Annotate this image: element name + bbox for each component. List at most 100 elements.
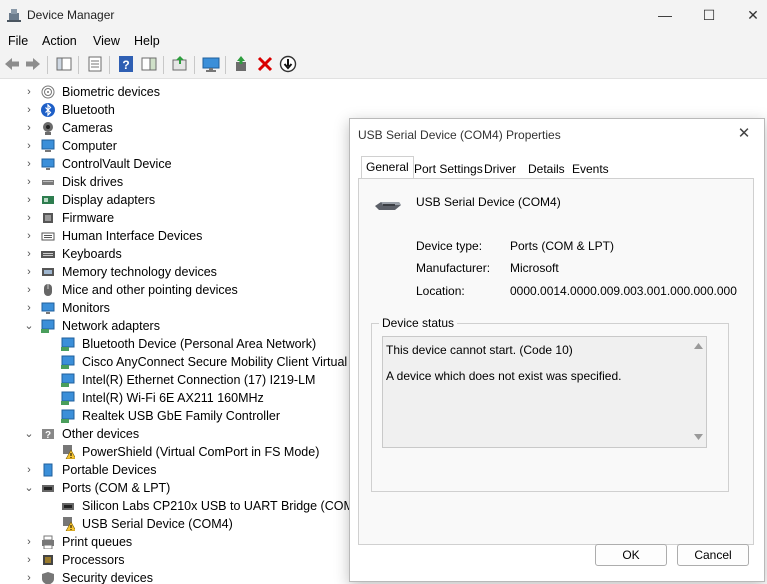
chevron-down-icon[interactable]: ⌄ (24, 479, 34, 497)
tree-category-security-devices[interactable]: › Security devices (0, 569, 349, 584)
tree-device-cisco-anyconnect-secure-mobility-client-virtual-miniport-adapter-for-windows-x64[interactable]: Cisco AnyConnect Secure Mobility Client … (0, 353, 349, 371)
dialog-close-button[interactable]: ✕ (734, 124, 754, 144)
status-line-1: This device cannot start. (Code 10) (386, 343, 573, 357)
chevron-right-icon[interactable]: › (24, 191, 34, 209)
maximize-button[interactable]: ☐ (686, 0, 732, 30)
chevron-right-icon[interactable]: › (24, 155, 34, 173)
tab-port-settings[interactable]: Port Settings (409, 158, 488, 180)
toolbar-separator (78, 56, 79, 74)
uninstall-device-icon[interactable] (256, 55, 274, 73)
tree-category-ports-com-lpt[interactable]: ⌄ Ports (COM & LPT) (0, 479, 349, 497)
tree-device-intel-r-wi-fi-6e-ax211-160mhz[interactable]: Intel(R) Wi-Fi 6E AX211 160MHz (0, 389, 349, 407)
network-adapter-icon (61, 409, 75, 423)
chevron-right-icon[interactable]: › (24, 227, 34, 245)
tree-category-computer[interactable]: › Computer (0, 137, 349, 155)
menu-help[interactable]: Help (134, 34, 160, 48)
close-button[interactable]: ✕ (730, 0, 767, 30)
tree-device-realtek-usb-gbe-family-controller[interactable]: Realtek USB GbE Family Controller (0, 407, 349, 425)
show-hide-console-tree-icon[interactable] (55, 55, 73, 73)
toolbar-separator (225, 56, 226, 74)
minimize-button[interactable]: — (642, 0, 688, 30)
warning-device-icon (61, 445, 77, 460)
chevron-right-icon[interactable]: › (24, 263, 34, 281)
tree-device-intel-r-ethernet-connection-17-i219-lm[interactable]: Intel(R) Ethernet Connection (17) I219-L… (0, 371, 349, 389)
chevron-right-icon[interactable]: › (24, 569, 34, 584)
chevron-right-icon[interactable]: › (24, 551, 34, 569)
tree-category-human-interface-devices[interactable]: › Human Interface Devices (0, 227, 349, 245)
disable-device-icon[interactable] (279, 55, 297, 73)
scroll-up-arrow-icon[interactable] (694, 343, 703, 349)
chevron-right-icon[interactable]: › (24, 101, 34, 119)
tree-category-bluetooth[interactable]: › Bluetooth (0, 101, 349, 119)
tree-category-controlvault-device[interactable]: › ControlVault Device (0, 155, 349, 173)
menu-file[interactable]: File (8, 34, 28, 48)
ok-button[interactable]: OK (595, 544, 667, 566)
device-tree: › Biometric devices › Bluetooth › Cameras › Com… (0, 83, 349, 584)
device-status-group: Device status This device cannot start. … (371, 316, 729, 492)
chevron-right-icon[interactable]: › (24, 245, 34, 263)
chevron-right-icon[interactable]: › (24, 209, 34, 227)
menu-view[interactable]: View (93, 34, 120, 48)
tree-device-bluetooth-device-personal-area-network[interactable]: Bluetooth Device (Personal Area Network) (0, 335, 349, 353)
tree-category-network-adapters[interactable]: ⌄ Network adapters (0, 317, 349, 335)
chevron-right-icon[interactable]: › (24, 281, 34, 299)
tree-category-display-adapters[interactable]: › Display adapters (0, 191, 349, 209)
tab-details[interactable]: Details (523, 158, 570, 180)
tree-category-monitors[interactable]: › Monitors (0, 299, 349, 317)
scan-hardware-icon[interactable] (202, 55, 220, 73)
tree-category-print-queues[interactable]: › Print queues (0, 533, 349, 551)
tree-category-cameras[interactable]: › Cameras (0, 119, 349, 137)
help-icon[interactable]: ? (117, 55, 135, 73)
tree-category-disk-drives[interactable]: › Disk drives (0, 173, 349, 191)
tree-item-label: Silicon Labs CP210x USB to UART Bridge (… (82, 499, 349, 513)
tree-device-usb-serial-device-com4[interactable]: USB Serial Device (COM4) (0, 515, 349, 533)
tree-category-keyboards[interactable]: › Keyboards (0, 245, 349, 263)
tab-general[interactable]: General (361, 156, 414, 180)
tree-device-powershield-virtual-comport-in-fs-mode[interactable]: PowerShield (Virtual ComPort in FS Mode) (0, 443, 349, 461)
manufacturer-value: Microsoft (510, 261, 559, 275)
chevron-right-icon[interactable]: › (24, 173, 34, 191)
chevron-right-icon[interactable]: › (24, 137, 34, 155)
display-adapter-icon (41, 193, 55, 207)
menu-action[interactable]: Action (42, 34, 77, 48)
tree-category-biometric-devices[interactable]: › Biometric devices (0, 83, 349, 101)
tree-device-silicon-labs-cp210x-usb-to-uart-bridge-com5[interactable]: Silicon Labs CP210x USB to UART Bridge (… (0, 497, 349, 515)
chevron-right-icon[interactable]: › (24, 533, 34, 551)
chevron-down-icon[interactable]: ⌄ (24, 317, 34, 335)
tree-category-mice-and-other-pointing-devices[interactable]: › Mice and other pointing devices (0, 281, 349, 299)
portable-device-icon (41, 463, 55, 477)
tree-category-firmware[interactable]: › Firmware (0, 209, 349, 227)
enable-device-icon[interactable] (233, 55, 251, 73)
mouse-icon (41, 283, 55, 297)
status-scrollbar[interactable] (690, 337, 706, 447)
tab-driver[interactable]: Driver (479, 158, 521, 180)
action-pane-icon[interactable] (140, 55, 158, 73)
chevron-right-icon[interactable]: › (24, 461, 34, 479)
back-arrow-icon[interactable] (3, 55, 21, 73)
cancel-button[interactable]: Cancel (677, 544, 749, 566)
tree-item-label: Monitors (62, 301, 110, 315)
scroll-down-arrow-icon[interactable] (694, 434, 703, 440)
chevron-down-icon[interactable]: ⌄ (24, 425, 34, 443)
chevron-right-icon[interactable]: › (24, 83, 34, 101)
tree-category-other-devices[interactable]: ⌄? Other devices (0, 425, 349, 443)
tree-item-label: Mice and other pointing devices (62, 283, 238, 297)
firmware-icon (41, 211, 55, 225)
tree-item-label: Bluetooth Device (Personal Area Network) (82, 337, 317, 351)
tree-item-label: Realtek USB GbE Family Controller (82, 409, 280, 423)
tree-category-memory-technology-devices[interactable]: › Memory technology devices (0, 263, 349, 281)
properties-icon[interactable] (86, 55, 104, 73)
security-icon (41, 571, 55, 584)
device-status-textbox[interactable]: This device cannot start. (Code 10) A de… (382, 336, 707, 448)
device-name: USB Serial Device (COM4) (416, 195, 561, 209)
tree-category-portable-devices[interactable]: › Portable Devices (0, 461, 349, 479)
warning-device-icon (61, 517, 77, 532)
tree-category-processors[interactable]: › Processors (0, 551, 349, 569)
tab-events[interactable]: Events (567, 158, 614, 180)
forward-arrow-icon[interactable] (24, 55, 42, 73)
update-driver-icon[interactable] (171, 55, 189, 73)
chevron-right-icon[interactable]: › (24, 119, 34, 137)
chevron-right-icon[interactable]: › (24, 299, 34, 317)
hid-icon (41, 229, 55, 243)
tree-item-label: Keyboards (62, 247, 122, 261)
